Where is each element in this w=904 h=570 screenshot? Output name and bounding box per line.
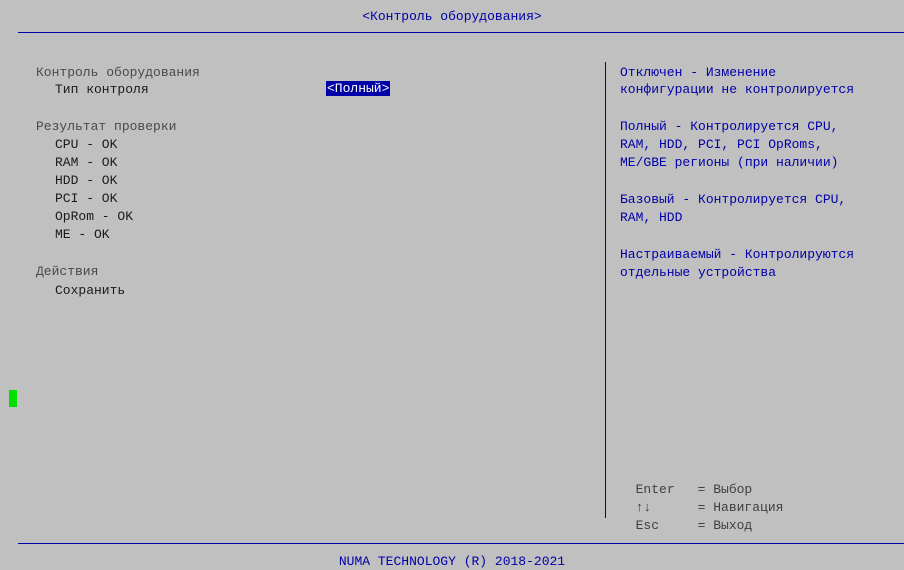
help-line: Отключен - Изменение [620,65,777,80]
section-actions-heading: Действия [36,264,99,279]
result-ram: RAM - OK [55,155,118,170]
top-divider [18,32,904,33]
result-me: ME - OK [55,227,110,242]
help-line: ME/GBE регионы (при наличии) [620,155,839,170]
help-divider [605,62,606,518]
result-pci: PCI - OK [55,191,118,206]
help-line: RAM, HDD, PCI, PCI OpRoms, [620,137,823,152]
result-cpu: CPU - OK [55,137,118,152]
section-result-heading: Результат проверки [36,119,177,134]
section-control-heading: Контроль оборудования [36,65,200,80]
result-hdd: HDD - OK [55,173,118,188]
help-line: отдельные устройства [620,265,777,280]
help-line: Полный - Контролируется CPU, [620,119,839,134]
help-line: RAM, HDD [620,210,683,225]
key-esc: Esc [635,518,660,533]
cursor-marker [9,390,17,407]
key-hint-esc: Esc = Выход [620,500,753,534]
key-esc-desc: = Выход [697,518,753,533]
control-type-label[interactable]: Тип контроля [55,81,149,98]
save-button[interactable]: Сохранить [55,282,125,299]
page-title: <Контроль оборудования> [362,9,542,24]
help-line: конфигурации не контролируется [620,82,855,97]
result-oprom: OpRom - OK [55,209,134,224]
footer-copyright: NUMA TECHNOLOGY (R) 2018-2021 [338,554,566,569]
bottom-divider [18,543,904,544]
help-line: Настраиваемый - Контролируются [620,247,855,262]
control-type-value[interactable]: <Полный> [326,81,391,96]
help-line: Базовый - Контролируется CPU, [620,192,847,207]
